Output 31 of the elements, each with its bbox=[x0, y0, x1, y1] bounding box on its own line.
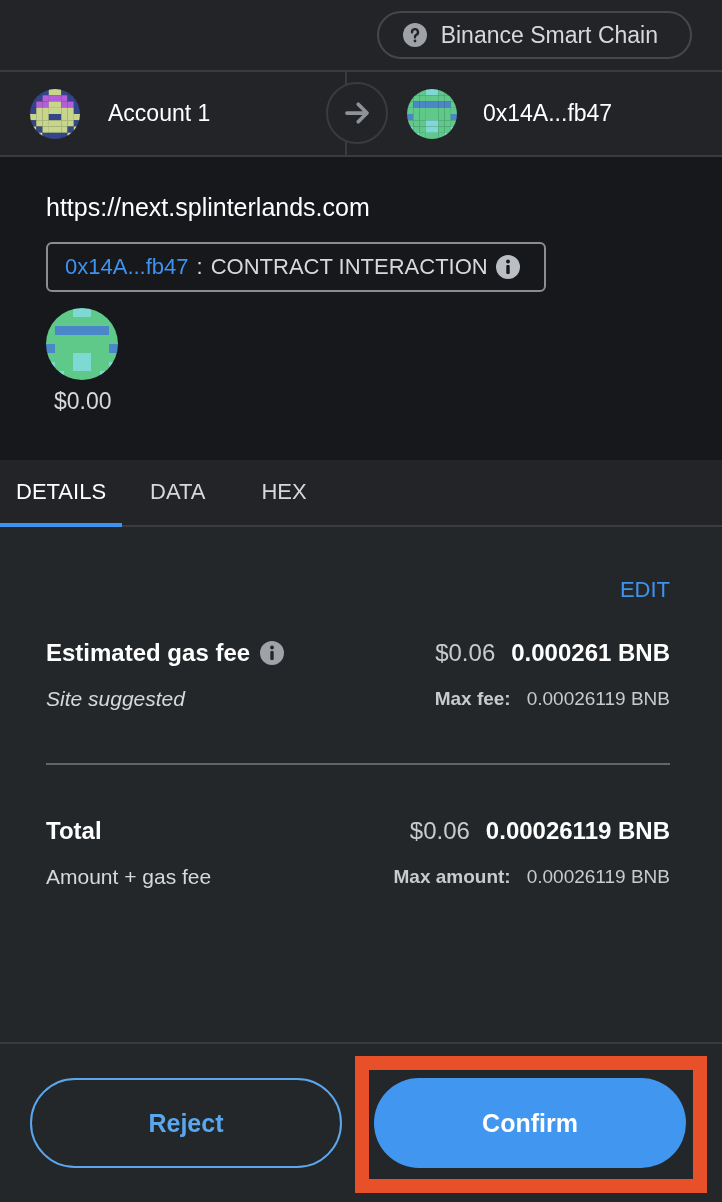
avatar-icon bbox=[407, 88, 457, 139]
contract-address[interactable]: 0x14A...fb47 bbox=[65, 254, 189, 280]
fee-source-note: Site suggested bbox=[46, 687, 185, 711]
max-fee-label: Max fee: bbox=[434, 688, 511, 710]
recipient-address: 0x14A...fb47 bbox=[483, 100, 613, 127]
crypto-amount: 0.00026119 BNB bbox=[485, 817, 670, 845]
total-label: Total bbox=[46, 817, 102, 845]
origin-url: https://next.splinterlands.com bbox=[46, 193, 370, 222]
tab[interactable]: DETAILS bbox=[0, 460, 123, 527]
contract-label: CONTRACT INTERACTION bbox=[210, 254, 488, 280]
tab[interactable]: DATA bbox=[136, 460, 220, 527]
token-avatar-icon bbox=[46, 308, 118, 380]
total-note: Amount + gas fee bbox=[46, 865, 212, 889]
max-amount-label: Max amount: bbox=[393, 866, 511, 888]
info-icon[interactable] bbox=[260, 641, 285, 665]
separator: : bbox=[196, 254, 203, 280]
network-selector[interactable]: Binance Smart Chain bbox=[376, 11, 692, 59]
gas-fee-label: Estimated gas fee bbox=[46, 639, 251, 667]
tab[interactable]: HEX bbox=[247, 460, 321, 527]
crypto-amount: 0.000261 BNB bbox=[511, 639, 670, 667]
fiat-amount: $0.06 bbox=[435, 639, 496, 667]
avatar-icon bbox=[30, 88, 80, 139]
reject-button[interactable]: Reject bbox=[30, 1078, 342, 1168]
info-icon[interactable] bbox=[495, 255, 520, 279]
edit-link[interactable]: EDIT bbox=[619, 577, 670, 603]
max-fee-value: 0.00026119 BNB bbox=[526, 688, 670, 710]
transaction-value: $0.00 bbox=[54, 388, 112, 415]
sender-account: Account 1 bbox=[108, 100, 211, 127]
fiat-amount: $0.06 bbox=[409, 817, 470, 845]
help-icon bbox=[402, 23, 427, 47]
max-amount-value: 0.00026119 BNB bbox=[526, 866, 670, 888]
